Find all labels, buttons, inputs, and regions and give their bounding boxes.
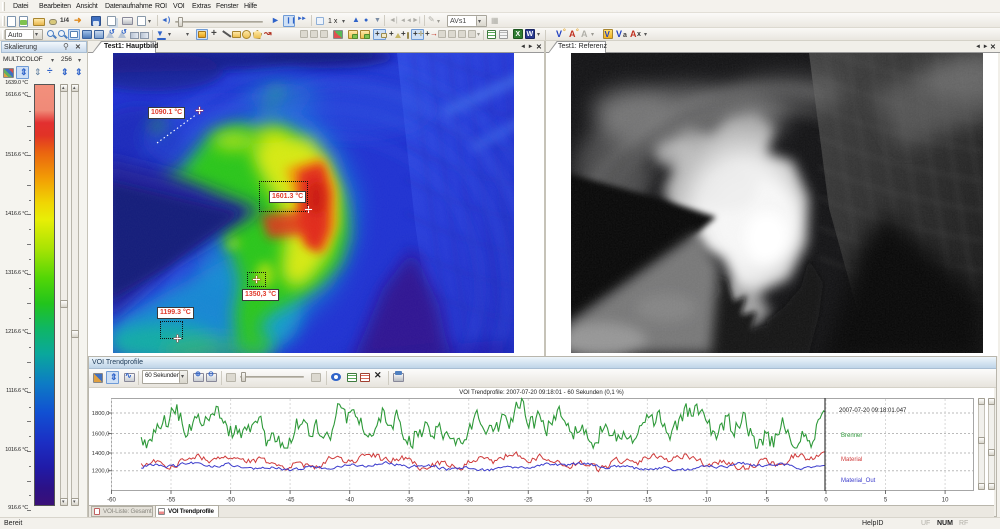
svg-text:0: 0: [824, 498, 828, 504]
svg-text:1600,0: 1600,0: [92, 432, 110, 438]
svg-text:-30: -30: [464, 498, 473, 504]
svg-text:5: 5: [884, 498, 888, 504]
svg-text:-5: -5: [764, 498, 770, 504]
svg-text:-15: -15: [643, 498, 652, 504]
svg-text:-60: -60: [107, 498, 116, 504]
svg-text:Material_Out: Material_Out: [841, 478, 876, 484]
svg-text:-40: -40: [345, 498, 354, 504]
svg-text:-50: -50: [226, 498, 235, 504]
svg-text:1200,0: 1200,0: [92, 469, 110, 475]
svg-text:-20: -20: [583, 498, 592, 504]
svg-text:-35: -35: [405, 498, 414, 504]
svg-text:10: 10: [942, 498, 949, 504]
svg-text:1800,0: 1800,0: [92, 411, 110, 417]
svg-text:-25: -25: [524, 498, 533, 504]
svg-text:1400,0: 1400,0: [92, 451, 110, 457]
svg-text:2007-07-20 09:18:01.047: 2007-07-20 09:18:01.047: [839, 408, 907, 414]
svg-text:Material: Material: [841, 457, 862, 463]
svg-text:Brenner: Brenner: [841, 433, 862, 439]
svg-text:-45: -45: [286, 498, 295, 504]
svg-text:-10: -10: [703, 498, 712, 504]
svg-text:-55: -55: [167, 498, 176, 504]
